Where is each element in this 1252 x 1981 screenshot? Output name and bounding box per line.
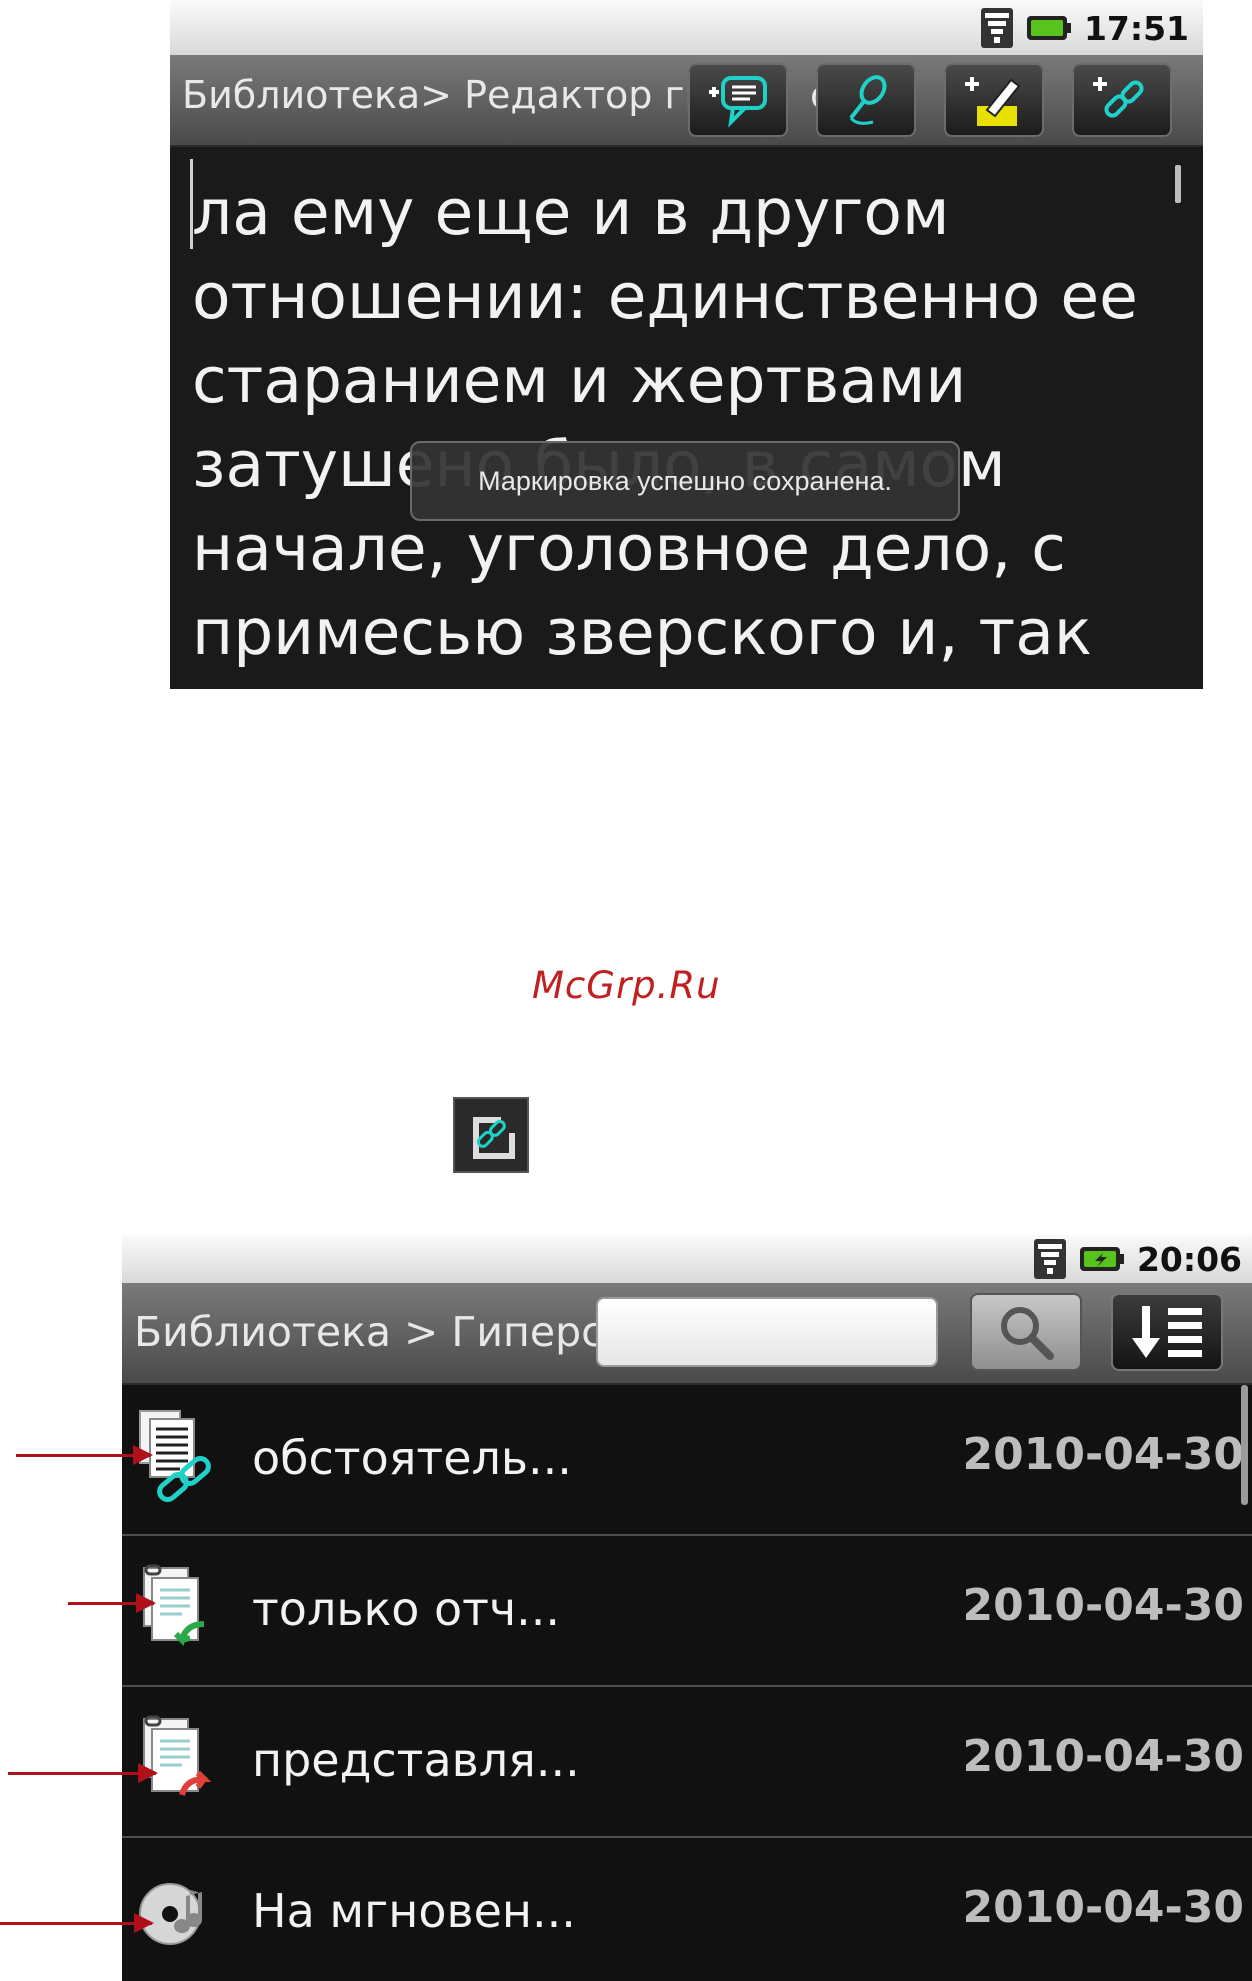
search-icon: [1001, 1307, 1054, 1360]
add-comment-icon: [709, 76, 767, 128]
list-item[interactable]: обстоятель... 2010-04-30: [122, 1385, 1252, 1536]
item-date: 2010-04-30: [962, 1429, 1244, 1480]
breadcrumb-title: Библиотека > Гиперс: [134, 1308, 604, 1356]
hyperlink-edit-icon: [473, 1117, 515, 1159]
hyperlink-list: обстоятель... 2010-04-30 только отч... 2…: [122, 1385, 1252, 1981]
status-bar: 17:51: [170, 0, 1203, 55]
reader-line: старанием и жертвами: [192, 344, 967, 417]
annotation-arrow: [16, 1445, 153, 1465]
wifi-signal-icon: [1033, 1239, 1066, 1279]
wifi-signal-icon: [980, 8, 1013, 48]
list-item[interactable]: только отч... 2010-04-30: [122, 1536, 1252, 1687]
search-input[interactable]: [596, 1297, 938, 1367]
status-bar: 20:06: [122, 1235, 1252, 1283]
annotation-arrow: [68, 1593, 156, 1613]
annotation-arrow: [8, 1763, 158, 1783]
voice-note-icon: [849, 75, 887, 125]
scrollbar[interactable]: [1241, 1385, 1248, 1505]
item-name: представля...: [252, 1733, 580, 1787]
item-name: обстоятель...: [252, 1431, 572, 1485]
battery-icon: [1026, 16, 1071, 40]
scrollbar[interactable]: [1175, 165, 1181, 203]
item-date: 2010-04-30: [962, 1580, 1244, 1631]
item-date: 2010-04-30: [962, 1882, 1244, 1933]
status-time: 20:06: [1136, 1239, 1242, 1279]
annotation-arrow: [0, 1913, 154, 1933]
add-hyperlink-button[interactable]: [1072, 63, 1172, 137]
action-bar: Библиотека> Редактор ги с: [170, 55, 1203, 147]
reader-line: отношении: единственно ее: [192, 260, 1138, 333]
search-button[interactable]: [970, 1293, 1082, 1371]
reader-line: примесью зверского и, так: [192, 596, 1092, 669]
item-date: 2010-04-30: [962, 1731, 1244, 1782]
status-time: 17:51: [1083, 8, 1189, 48]
voice-note-button[interactable]: [816, 63, 916, 137]
list-item[interactable]: На мгновен... 2010-04-30: [122, 1838, 1252, 1981]
item-name: только отч...: [252, 1582, 560, 1636]
action-bar: Библиотека > Гиперс: [122, 1283, 1252, 1385]
sort-button[interactable]: [1111, 1293, 1223, 1371]
add-highlight-icon: [965, 77, 1021, 126]
add-comment-button[interactable]: [688, 63, 788, 137]
add-highlight-button[interactable]: [944, 63, 1044, 137]
battery-charging-icon: [1079, 1247, 1124, 1271]
hyperlinks-screen: 20:06 Библиотека > Гиперс обстоятель... …: [122, 1235, 1252, 1981]
reader-screen: 17:51 Библиотека> Редактор ги с: [170, 0, 1203, 689]
item-name: На мгновен...: [252, 1884, 576, 1938]
reader-text-area[interactable]: ла ему еще и в другом отношении: единств…: [170, 147, 1203, 689]
add-hyperlink-icon: [1093, 77, 1144, 118]
watermark-text: McGrp.Ru: [532, 964, 721, 1007]
list-item[interactable]: представля... 2010-04-30: [122, 1687, 1252, 1838]
sort-icon: [1132, 1306, 1202, 1358]
hyperlink-button: [453, 1097, 529, 1173]
reader-line: ла ему еще и в другом: [192, 176, 950, 249]
toast-message: Маркировка успешно сохранена.: [410, 441, 960, 521]
breadcrumb-title: Библиотека> Редактор ги: [182, 73, 710, 117]
